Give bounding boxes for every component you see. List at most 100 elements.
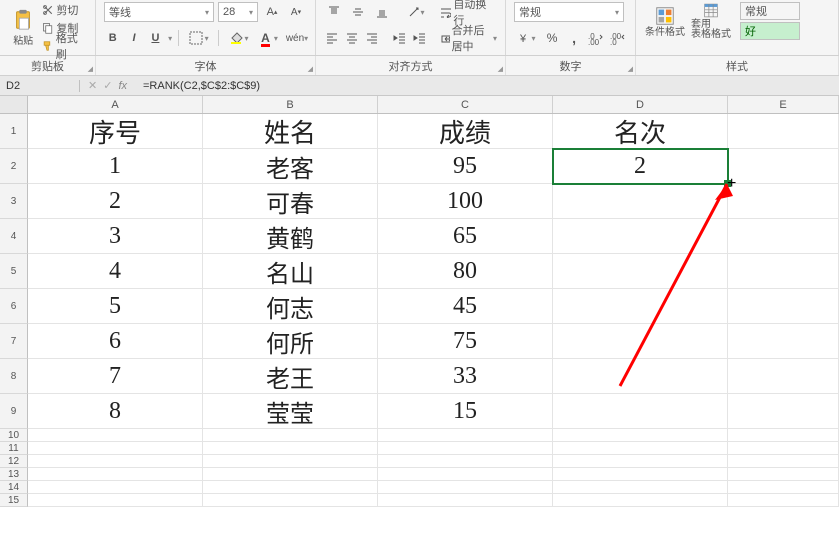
row-header[interactable]: 9 <box>0 394 28 429</box>
cell[interactable] <box>553 324 728 359</box>
decrease-decimal-button[interactable]: .00.0 <box>609 28 627 48</box>
percent-button[interactable]: % <box>543 28 561 48</box>
align-center-button[interactable] <box>344 28 360 48</box>
cell[interactable]: 6 <box>28 324 203 359</box>
cut-button[interactable]: 剪切 <box>42 2 87 18</box>
cell[interactable] <box>553 429 728 442</box>
col-header-B[interactable]: B <box>203 96 378 113</box>
italic-button[interactable]: I <box>125 28 142 48</box>
fill-color-button[interactable]: ▾ <box>225 28 252 48</box>
wrap-text-button[interactable]: 自动换行 <box>439 4 497 20</box>
align-middle-button[interactable] <box>348 2 368 22</box>
col-header-D[interactable]: D <box>553 96 728 113</box>
border-button[interactable]: ▾ <box>185 28 212 48</box>
cell[interactable] <box>28 468 203 481</box>
font-size-combo[interactable]: 28 ▾ <box>218 2 258 22</box>
cell[interactable]: 1 <box>28 149 203 184</box>
increase-indent-button[interactable] <box>412 28 428 48</box>
cell[interactable] <box>728 219 839 254</box>
row-header[interactable]: 4 <box>0 219 28 254</box>
row-header[interactable]: 13 <box>0 468 28 481</box>
cell[interactable]: 80 <box>378 254 553 289</box>
cell[interactable] <box>28 494 203 507</box>
cell[interactable]: 何志 <box>203 289 378 324</box>
cell[interactable]: 何所 <box>203 324 378 359</box>
cell[interactable] <box>728 254 839 289</box>
orientation-button[interactable]: ▾ <box>406 2 426 22</box>
cell[interactable]: 姓名 <box>203 114 378 149</box>
accounting-format-button[interactable]: ¥▾ <box>514 28 539 48</box>
cancel-formula-icon[interactable]: ✕ <box>88 79 97 92</box>
cell[interactable]: 序号 <box>28 114 203 149</box>
cell[interactable] <box>728 114 839 149</box>
cell[interactable]: 成绩 <box>378 114 553 149</box>
cell[interactable]: 可春 <box>203 184 378 219</box>
cell[interactable]: 65 <box>378 219 553 254</box>
cell[interactable] <box>728 494 839 507</box>
cell[interactable] <box>28 455 203 468</box>
cell[interactable] <box>553 254 728 289</box>
row-header[interactable]: 15 <box>0 494 28 507</box>
cell[interactable]: 45 <box>378 289 553 324</box>
cell[interactable] <box>728 359 839 394</box>
cell[interactable] <box>553 359 728 394</box>
cell[interactable] <box>728 149 839 184</box>
number-format-combo[interactable]: 常规 ▾ <box>514 2 624 22</box>
cell[interactable] <box>728 324 839 359</box>
name-box[interactable]: D2 <box>0 80 80 92</box>
cell[interactable] <box>728 481 839 494</box>
cell[interactable]: 老王 <box>203 359 378 394</box>
cell[interactable] <box>203 468 378 481</box>
cell[interactable] <box>553 394 728 429</box>
align-top-button[interactable] <box>324 2 344 22</box>
cell[interactable] <box>203 455 378 468</box>
cell[interactable] <box>28 442 203 455</box>
cell[interactable] <box>553 468 728 481</box>
cell[interactable]: 15 <box>378 394 553 429</box>
col-header-E[interactable]: E <box>728 96 839 113</box>
cell[interactable] <box>728 429 839 442</box>
cell-style-good[interactable]: 好 <box>740 22 800 40</box>
cell[interactable] <box>378 442 553 455</box>
cell[interactable]: 8 <box>28 394 203 429</box>
cell[interactable] <box>378 455 553 468</box>
cell-style-normal[interactable]: 常规 <box>740 2 800 20</box>
cell[interactable]: 100 <box>378 184 553 219</box>
cell[interactable]: 7 <box>28 359 203 394</box>
cell[interactable] <box>553 442 728 455</box>
row-header[interactable]: 7 <box>0 324 28 359</box>
row-header[interactable]: 14 <box>0 481 28 494</box>
cell[interactable]: 2 <box>553 149 728 184</box>
conditional-format-button[interactable]: 条件格式 <box>644 2 686 40</box>
cell[interactable] <box>378 429 553 442</box>
col-header-C[interactable]: C <box>378 96 553 113</box>
cell[interactable] <box>203 494 378 507</box>
cell[interactable]: 5 <box>28 289 203 324</box>
cell[interactable] <box>28 429 203 442</box>
decrease-font-button[interactable]: A▾ <box>286 2 306 22</box>
cell[interactable]: 2 <box>28 184 203 219</box>
format-as-table-button[interactable]: 套用 表格格式 <box>690 2 732 40</box>
cell[interactable]: 莹莹 <box>203 394 378 429</box>
cell[interactable] <box>28 481 203 494</box>
cell[interactable] <box>553 184 728 219</box>
cell[interactable] <box>378 468 553 481</box>
cell[interactable]: 黄鹤 <box>203 219 378 254</box>
cell[interactable]: 75 <box>378 324 553 359</box>
cell[interactable] <box>203 429 378 442</box>
phonetic-button[interactable]: wén▾ <box>287 28 307 48</box>
cell[interactable] <box>728 442 839 455</box>
cell[interactable] <box>728 289 839 324</box>
row-header[interactable]: 2 <box>0 149 28 184</box>
spreadsheet-grid[interactable]: A B C D E 1序号姓名成绩名次21老客95232可春10043黄鹤655… <box>0 96 839 507</box>
row-header[interactable]: 10 <box>0 429 28 442</box>
row-header[interactable]: 1 <box>0 114 28 149</box>
cell[interactable] <box>728 394 839 429</box>
font-name-combo[interactable]: 等线 ▾ <box>104 2 214 22</box>
merge-center-button[interactable]: 合并后居中 ▾ <box>441 30 497 46</box>
cell[interactable]: 老客 <box>203 149 378 184</box>
cell[interactable]: 名山 <box>203 254 378 289</box>
cell[interactable] <box>553 494 728 507</box>
formula-input[interactable]: =RANK(C2,$C$2:$C$9) <box>135 80 839 92</box>
cell[interactable]: 名次 <box>553 114 728 149</box>
